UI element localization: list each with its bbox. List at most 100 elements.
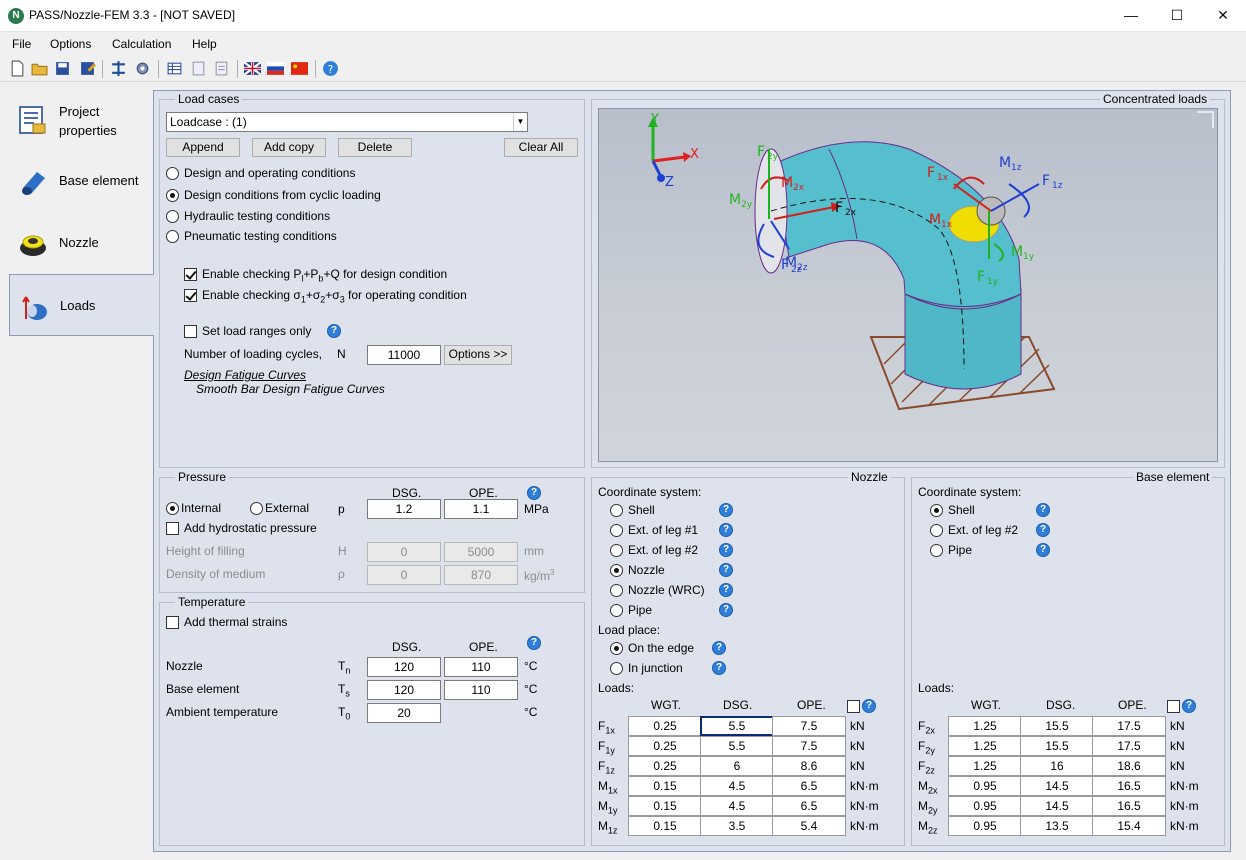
load-cell-dsg[interactable]: 6	[700, 756, 774, 776]
radio-nozzle-coord[interactable]	[610, 544, 623, 557]
radio-hydraulic-testing[interactable]	[166, 210, 179, 223]
load-cell-dsg[interactable]: 15.5	[1020, 716, 1094, 736]
add-copy-button[interactable]: Add copy	[252, 138, 326, 157]
load-cell-dsg[interactable]: 16	[1020, 756, 1094, 776]
density-dsg-input[interactable]: 0	[367, 565, 441, 585]
radio-base-coord[interactable]	[930, 544, 943, 557]
check-load-ranges[interactable]	[184, 325, 197, 338]
close-button[interactable]: ✕	[1200, 0, 1246, 31]
table-icon[interactable]	[166, 60, 183, 77]
radio-base-coord[interactable]	[930, 504, 943, 517]
help-icon[interactable]: ?	[719, 563, 733, 577]
help-icon[interactable]: ?	[719, 503, 733, 517]
height-ope-input[interactable]: 5000	[444, 542, 518, 562]
settings-icon[interactable]	[134, 60, 151, 77]
base-temp-dsg-input[interactable]: 120	[367, 680, 441, 700]
help-icon[interactable]: ?	[1036, 523, 1050, 537]
radio-nozzle-coord[interactable]	[610, 584, 623, 597]
load-cell-dsg[interactable]: 13.5	[1020, 816, 1094, 836]
chevron-down-icon[interactable]: ▼	[513, 113, 527, 131]
sidebar-item-loads[interactable]: Loads	[9, 274, 154, 336]
load-cell-dsg[interactable]: 4.5	[700, 776, 774, 796]
load-cell-ope[interactable]: 17.5	[1092, 716, 1166, 736]
load-cell-ope[interactable]: 8.6	[772, 756, 846, 776]
help-icon[interactable]: ?	[1036, 543, 1050, 557]
load-cell-dsg[interactable]: 4.5	[700, 796, 774, 816]
load-cell-dsg[interactable]: 15.5	[1020, 736, 1094, 756]
check-base-loads[interactable]	[1167, 700, 1180, 713]
help-icon[interactable]: ?	[1182, 699, 1196, 713]
radio-external[interactable]	[250, 502, 263, 515]
help-icon[interactable]: ?	[719, 543, 733, 557]
help-icon[interactable]: ?	[712, 661, 726, 675]
density-ope-input[interactable]: 870	[444, 565, 518, 585]
check-nozzle-loads[interactable]	[847, 700, 860, 713]
load-cell-wgt[interactable]: 0.25	[628, 736, 702, 756]
radio-internal[interactable]	[166, 502, 179, 515]
load-cell-dsg[interactable]: 5.5	[700, 716, 774, 736]
load-cell-wgt[interactable]: 1.25	[948, 756, 1022, 776]
radio-nozzle-coord[interactable]	[610, 504, 623, 517]
open-folder-icon[interactable]	[31, 60, 48, 77]
calculate-icon[interactable]	[110, 60, 127, 77]
load-cell-wgt[interactable]: 0.95	[948, 776, 1022, 796]
load-cell-wgt[interactable]: 0.95	[948, 796, 1022, 816]
pressure-ope-input[interactable]: 1.1	[444, 499, 518, 519]
load-cell-ope[interactable]: 7.5	[772, 716, 846, 736]
load-cell-dsg[interactable]: 14.5	[1020, 796, 1094, 816]
cycles-input[interactable]: 11000	[367, 345, 441, 365]
load-cell-ope[interactable]: 18.6	[1092, 756, 1166, 776]
load-cell-wgt[interactable]: 1.25	[948, 716, 1022, 736]
flag-ru-icon[interactable]	[267, 60, 284, 77]
radio-nozzle-coord[interactable]	[610, 564, 623, 577]
help-icon[interactable]: ?	[1036, 503, 1050, 517]
load-cell-dsg[interactable]: 14.5	[1020, 776, 1094, 796]
load-cell-wgt[interactable]: 0.25	[628, 756, 702, 776]
load-cell-ope[interactable]: 17.5	[1092, 736, 1166, 756]
radio-cyclic-loading[interactable]	[166, 189, 179, 202]
nozzle-temp-dsg-input[interactable]: 120	[367, 657, 441, 677]
load-cell-wgt[interactable]: 0.95	[948, 816, 1022, 836]
options-button[interactable]: Options >>	[444, 345, 512, 365]
load-cell-dsg[interactable]: 5.5	[700, 736, 774, 756]
load-cell-dsg[interactable]: 3.5	[700, 816, 774, 836]
maximize-button[interactable]: ☐	[1154, 0, 1200, 31]
document-icon[interactable]	[213, 60, 230, 77]
menu-file[interactable]: File	[12, 37, 31, 51]
height-dsg-input[interactable]: 0	[367, 542, 441, 562]
help-icon[interactable]: ?	[327, 324, 341, 338]
menu-calculation[interactable]: Calculation	[112, 37, 171, 51]
menu-help[interactable]: Help	[192, 37, 217, 51]
load-cell-wgt[interactable]: 0.15	[628, 816, 702, 836]
check-sigma-sum[interactable]	[184, 289, 197, 302]
clear-all-button[interactable]: Clear All	[504, 138, 578, 157]
check-thermal-strains[interactable]	[166, 616, 179, 629]
radio-nozzle-coord[interactable]	[610, 524, 623, 537]
menu-options[interactable]: Options	[50, 37, 91, 51]
report-icon[interactable]	[190, 60, 207, 77]
load-cell-ope[interactable]: 6.5	[772, 776, 846, 796]
load-cell-ope[interactable]: 5.4	[772, 816, 846, 836]
save-as-icon[interactable]	[79, 60, 96, 77]
flag-cn-icon[interactable]	[291, 60, 308, 77]
radio-design-operating[interactable]	[166, 167, 179, 180]
ambient-temp-input[interactable]: 20	[367, 703, 441, 723]
base-temp-ope-input[interactable]: 110	[444, 680, 518, 700]
help-icon[interactable]: ?	[712, 641, 726, 655]
loadcase-select[interactable]: Loadcase : (1)	[166, 112, 528, 132]
load-cell-ope[interactable]: 6.5	[772, 796, 846, 816]
pressure-dsg-input[interactable]: 1.2	[367, 499, 441, 519]
check-pl-pb-q[interactable]	[184, 268, 197, 281]
radio-on-the-edge[interactable]	[610, 642, 623, 655]
help-icon[interactable]: ?	[719, 603, 733, 617]
design-fatigue-curves-link[interactable]: Design Fatigue Curves	[184, 368, 306, 382]
load-cell-wgt[interactable]: 0.25	[628, 716, 702, 736]
help-icon[interactable]: ?	[719, 583, 733, 597]
load-cell-ope[interactable]: 7.5	[772, 736, 846, 756]
minimize-button[interactable]: —	[1108, 0, 1154, 31]
help-icon[interactable]: ?	[322, 60, 339, 77]
radio-nozzle-coord[interactable]	[610, 604, 623, 617]
help-icon[interactable]: ?	[527, 636, 541, 650]
sidebar-item-nozzle[interactable]: Nozzle	[9, 212, 153, 274]
flag-uk-icon[interactable]	[244, 60, 261, 77]
